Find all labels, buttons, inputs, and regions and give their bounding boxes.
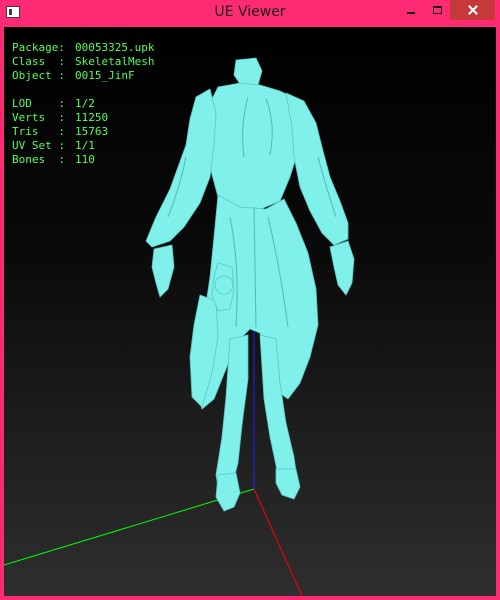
- info-value: 1/2: [75, 97, 95, 110]
- info-value: 00053325.upk: [75, 41, 155, 54]
- mesh-right-shoe: [275, 468, 301, 500]
- maximize-button[interactable]: [424, 0, 450, 20]
- character-mesh: [145, 57, 355, 512]
- minimize-button[interactable]: [398, 0, 424, 20]
- info-value: 0015_JinF: [75, 69, 135, 82]
- x-axis-line: [253, 488, 303, 596]
- mesh-ornament: [214, 275, 234, 295]
- info-label: Package:: [12, 41, 65, 54]
- info-label: Bones :: [12, 153, 65, 166]
- info-value: 1/1: [75, 139, 95, 152]
- minimize-icon: [407, 12, 415, 14]
- mesh-neck: [233, 57, 263, 88]
- app-window: UE Viewer Package: 00053325.upk Class: …: [0, 0, 500, 600]
- info-label: Tris :: [12, 125, 65, 138]
- close-icon: [468, 5, 478, 15]
- close-button[interactable]: [450, 0, 495, 20]
- info-row-tris: Tris : 15763: [12, 125, 154, 139]
- info-row-class: Class : SkeletalMesh: [12, 55, 154, 69]
- info-label: LOD :: [12, 97, 65, 110]
- info-row-package: Package: 00053325.upk: [12, 41, 154, 55]
- info-row-bones: Bones : 110: [12, 153, 154, 167]
- 3d-viewport[interactable]: Package: 00053325.upk Class : SkeletalMe…: [4, 27, 496, 596]
- mesh-left-shoe: [215, 472, 241, 512]
- info-row-verts: Verts : 11250: [12, 111, 154, 125]
- info-row-lod: LOD : 1/2: [12, 97, 154, 111]
- y-axis-line: [4, 488, 255, 566]
- info-label: UV Set :: [12, 139, 65, 152]
- info-value: 15763: [75, 125, 109, 138]
- maximize-icon: [432, 6, 442, 14]
- info-value: 110: [75, 153, 95, 166]
- info-value: 11250: [75, 111, 109, 124]
- mesh-left-hand: [151, 244, 175, 298]
- info-label: Object :: [12, 69, 65, 82]
- info-label: Class :: [12, 55, 65, 68]
- info-row-object: Object : 0015_JinF: [12, 69, 154, 83]
- info-row-uvset: UV Set : 1/1: [12, 139, 154, 153]
- title-bar[interactable]: UE Viewer: [0, 0, 500, 27]
- info-value: SkeletalMesh: [75, 55, 155, 68]
- mesh-left-sleeve: [145, 88, 217, 248]
- info-label: Verts :: [12, 111, 65, 124]
- mesh-right-hand: [329, 240, 355, 296]
- mesh-info-panel: Package: 00053325.upk Class : SkeletalMe…: [12, 41, 154, 167]
